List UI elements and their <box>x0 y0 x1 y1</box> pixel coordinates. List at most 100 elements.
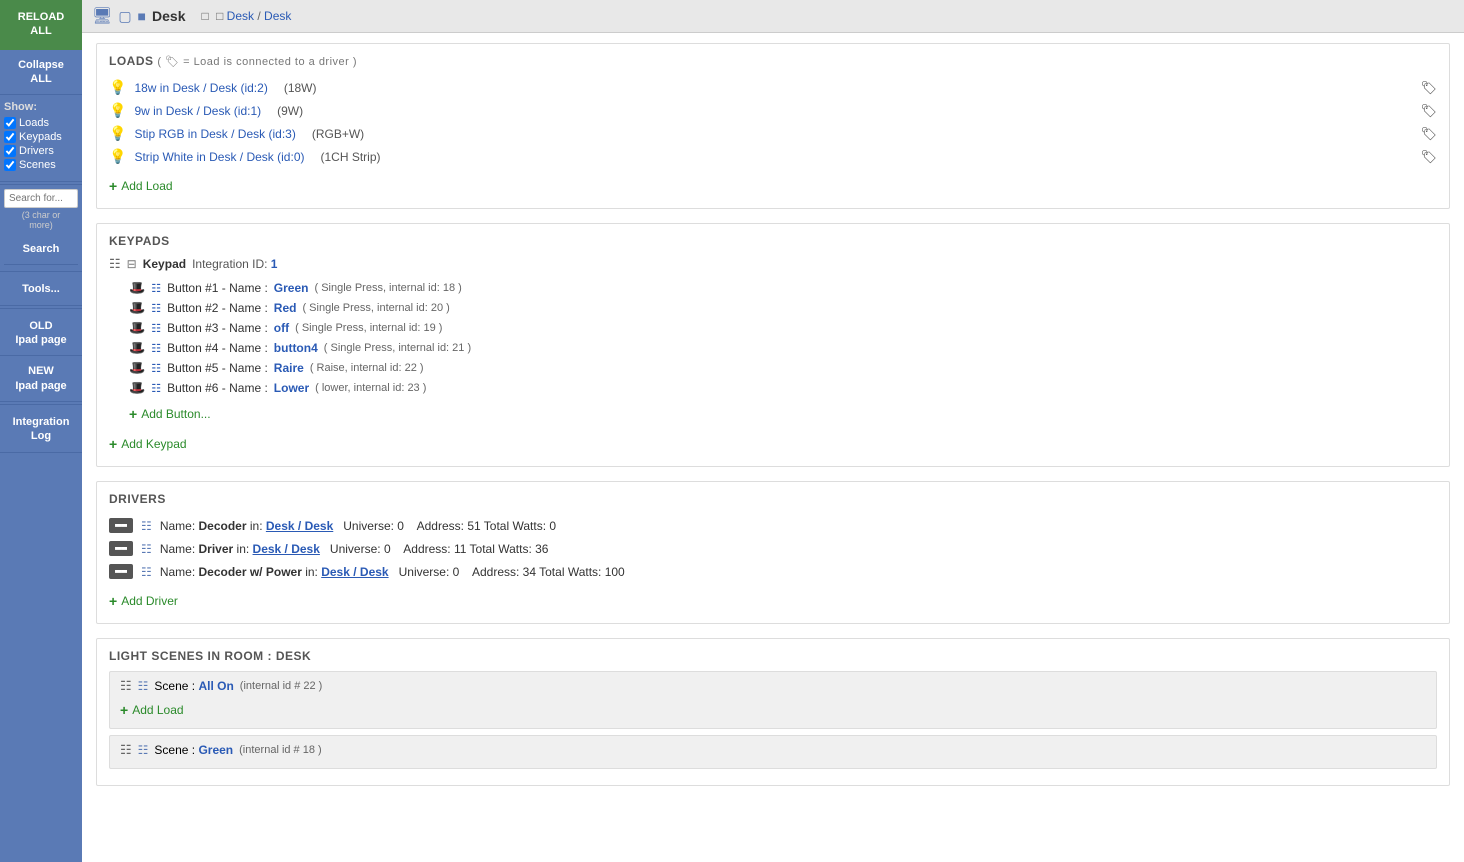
show-keypads-label[interactable]: Keypads <box>4 131 78 143</box>
button-hat-icon-3: 🎩 <box>129 320 145 336</box>
add-driver-plus-icon: + <box>109 593 117 609</box>
scene-header-2: ☷ ☷ Scene : Green (internal id # 18 ) <box>120 742 1426 758</box>
scenes-section-title: Light Scenes in room : Desk <box>109 649 1437 663</box>
btn-tree-icon-2: ☷ <box>151 302 161 315</box>
btn-name-4: button4 <box>274 341 318 355</box>
button-hat-icon-2: 🎩 <box>129 300 145 316</box>
drivers-section: DRIVERS ▬▬ ☷ Name: Decoder in: Desk / De… <box>96 481 1450 624</box>
old-ipad-button[interactable]: OLD Ipad page <box>0 311 82 357</box>
scene-block-1: ☷ ☷ Scene : All On (internal id # 22 ) +… <box>109 671 1437 729</box>
button-row-2: 🎩 ☷ Button #2 - Name : Red ( Single Pres… <box>109 298 1437 318</box>
topbar-icon: 🖥 <box>92 6 112 26</box>
button-hat-icon-4: 🎩 <box>129 340 145 356</box>
driver-name-1: Decoder <box>199 519 247 533</box>
add-keypad-button[interactable]: + Add Keypad <box>109 432 187 456</box>
reload-all-button[interactable]: RELOAD ALL <box>0 0 82 50</box>
button-row-3: 🎩 ☷ Button #3 - Name : off ( Single Pres… <box>109 318 1437 338</box>
button-row-4: 🎩 ☷ Button #4 - Name : button4 ( Single … <box>109 338 1437 358</box>
btn-detail-3: ( Single Press, internal id: 19 ) <box>295 322 442 334</box>
main-panel: 🖥 ▢ ■ Desk □ □ Desk / Desk LOADS ( 🏷 = L… <box>82 0 1464 862</box>
load-type-3: (RGB+W) <box>312 127 364 141</box>
scene-icon-1: ☷ <box>120 678 132 694</box>
show-section: Show: Loads Keypads Drivers Scenes <box>0 95 82 179</box>
add-button-plus-icon: + <box>129 406 137 422</box>
show-loads-label[interactable]: Loads <box>4 117 78 129</box>
scene-add-load-plus-icon-1: + <box>120 702 128 718</box>
show-label: Show: <box>4 101 78 113</box>
button-row-5: 🎩 ☷ Button #5 - Name : Raire ( Raise, in… <box>109 358 1437 378</box>
breadcrumb-room-link[interactable]: Desk <box>227 9 254 23</box>
show-drivers-text: Drivers <box>19 145 54 157</box>
add-driver-label: Add Driver <box>121 594 178 608</box>
main-content: LOADS ( 🏷 = Load is connected to a drive… <box>82 33 1464 862</box>
button-hat-icon-1: 🎩 <box>129 280 145 296</box>
show-loads-text: Loads <box>19 117 49 129</box>
show-drivers-checkbox[interactable] <box>4 145 16 157</box>
keypad-list-icon: ☷ <box>109 256 121 272</box>
breadcrumb-page-link[interactable]: Desk <box>264 9 291 23</box>
driver-nav-icon-1: ☷ <box>141 519 152 533</box>
search-input[interactable] <box>4 189 78 208</box>
add-load-label: Add Load <box>121 179 172 193</box>
loads-section-title: LOADS ( 🏷 = Load is connected to a drive… <box>109 54 1437 68</box>
driver-location-link-3[interactable]: Desk / Desk <box>321 565 388 579</box>
scenes-section: Light Scenes in room : Desk ☷ ☷ Scene : … <box>96 638 1450 786</box>
load-tag-icon-2: 🏷 <box>1420 103 1437 119</box>
page-title-text: Desk <box>152 8 185 24</box>
keypads-section: KEYPADS ☷ ⊟ Keypad Integration ID: 1 🎩 ☷… <box>96 223 1450 467</box>
add-load-plus-icon: + <box>109 178 117 194</box>
show-loads-checkbox[interactable] <box>4 117 16 129</box>
btn-tree-icon-4: ☷ <box>151 342 161 355</box>
load-link-4[interactable]: Strip White in Desk / Desk (id:0) <box>134 150 304 164</box>
add-button-button[interactable]: + Add Button... <box>129 402 211 426</box>
show-keypads-checkbox[interactable] <box>4 131 16 143</box>
scene-add-load-button-1[interactable]: + Add Load <box>120 698 184 722</box>
btn-detail-4: ( Single Press, internal id: 21 ) <box>324 342 471 354</box>
search-button[interactable]: Search <box>4 234 78 265</box>
load-bulb-icon: 💡 <box>109 79 126 96</box>
show-scenes-label[interactable]: Scenes <box>4 159 78 171</box>
new-ipad-button[interactable]: NEW Ipad page <box>0 356 82 402</box>
driver-row-2: ▬▬ ☷ Name: Driver in: Desk / Desk Univer… <box>109 537 1437 560</box>
load-tag-icon-1: 🏷 <box>1420 80 1437 96</box>
load-row: 💡 Strip White in Desk / Desk (id:0) (1CH… <box>109 145 1437 168</box>
btn-detail-6: ( lower, internal id: 23 ) <box>315 382 426 394</box>
add-load-button[interactable]: + Add Load <box>109 174 173 198</box>
topbar-nav-icon2: □ <box>216 9 223 23</box>
driver-location-link-1[interactable]: Desk / Desk <box>266 519 333 533</box>
tools-button[interactable]: Tools... <box>0 274 82 305</box>
load-row: 💡 Stip RGB in Desk / Desk (id:3) (RGB+W)… <box>109 122 1437 145</box>
btn-label-2: Button #2 - Name : <box>167 301 268 315</box>
driver-row-3: ▬▬ ☷ Name: Decoder w/ Power in: Desk / D… <box>109 560 1437 583</box>
btn-label-4: Button #4 - Name : <box>167 341 268 355</box>
driver-name-2: Driver <box>199 542 234 556</box>
btn-tree-icon-1: ☷ <box>151 282 161 295</box>
driver-row-1: ▬▬ ☷ Name: Decoder in: Desk / Desk Unive… <box>109 514 1437 537</box>
add-keypad-label: Add Keypad <box>121 437 186 451</box>
driver-location-link-2[interactable]: Desk / Desk <box>253 542 320 556</box>
page-title: ■ <box>138 8 146 24</box>
scene-nav-icon-2: ☷ <box>138 743 149 757</box>
load-link-2[interactable]: 9w in Desk / Desk (id:1) <box>134 104 261 118</box>
show-drivers-label[interactable]: Drivers <box>4 145 78 157</box>
integration-log-button[interactable]: Integration Log <box>0 407 82 453</box>
btn-name-1: Green <box>274 281 309 295</box>
loads-section: LOADS ( 🏷 = Load is connected to a drive… <box>96 43 1450 209</box>
collapse-all-button[interactable]: Collapse ALL <box>0 50 82 96</box>
driver-nav-icon-2: ☷ <box>141 542 152 556</box>
driver-text-1: Name: Decoder in: Desk / Desk Universe: … <box>160 519 556 533</box>
load-link-3[interactable]: Stip RGB in Desk / Desk (id:3) <box>134 127 295 141</box>
scene-header-1: ☷ ☷ Scene : All On (internal id # 22 ) <box>120 678 1426 694</box>
keypad-color-icon: ⊟ <box>127 257 137 271</box>
load-tag-icon-4: 🏷 <box>1420 149 1437 165</box>
keypad-header: ☷ ⊟ Keypad Integration ID: 1 <box>109 256 1437 272</box>
button-row-6: 🎩 ☷ Button #6 - Name : Lower ( lower, in… <box>109 378 1437 398</box>
scene-name-2: Green <box>198 743 233 757</box>
add-driver-button[interactable]: + Add Driver <box>109 589 178 613</box>
button-hat-icon-6: 🎩 <box>129 380 145 396</box>
topbar-nav-icon: □ <box>201 9 208 23</box>
driver-text-3: Name: Decoder w/ Power in: Desk / Desk U… <box>160 565 625 579</box>
scene-detail-2: (internal id # 18 ) <box>239 744 322 756</box>
show-scenes-checkbox[interactable] <box>4 159 16 171</box>
load-link-1[interactable]: 18w in Desk / Desk (id:2) <box>134 81 267 95</box>
